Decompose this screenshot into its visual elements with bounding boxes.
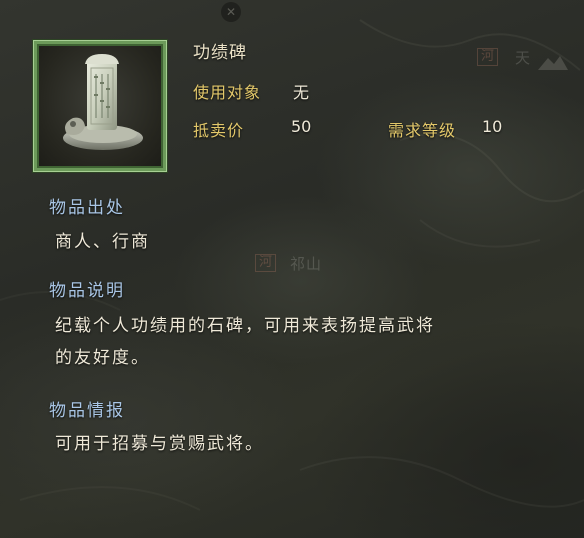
source-body: 商人、行商 [55,232,150,252]
map-label-top-right: 天 [515,49,532,67]
description-line-2: 的友好度。 [55,348,150,368]
info-heading: 物品情报 [49,401,125,421]
item-name: 功绩碑 [193,43,247,63]
stone-tablet-icon [63,54,143,150]
item-portrait-frame [33,40,167,172]
source-heading: 物品出处 [49,198,125,218]
price-label: 抵卖价 [193,121,245,140]
price-value: 50 [291,117,312,136]
target-label: 使用对象 [193,83,262,102]
description-heading: 物品说明 [49,281,125,301]
level-label: 需求等级 [388,121,457,140]
map-army-icon [538,56,568,70]
map-marker-icon: ✕ [221,2,241,22]
target-value: 无 [293,83,310,102]
info-body: 可用于招募与赏赐武将。 [55,434,264,454]
item-portrait [37,44,163,168]
level-value: 10 [482,117,503,136]
map-seal-top-right: 河 [477,48,499,66]
description-line-1: 纪载个人功绩用的石碑，可用来表扬提高武将 [55,316,435,336]
